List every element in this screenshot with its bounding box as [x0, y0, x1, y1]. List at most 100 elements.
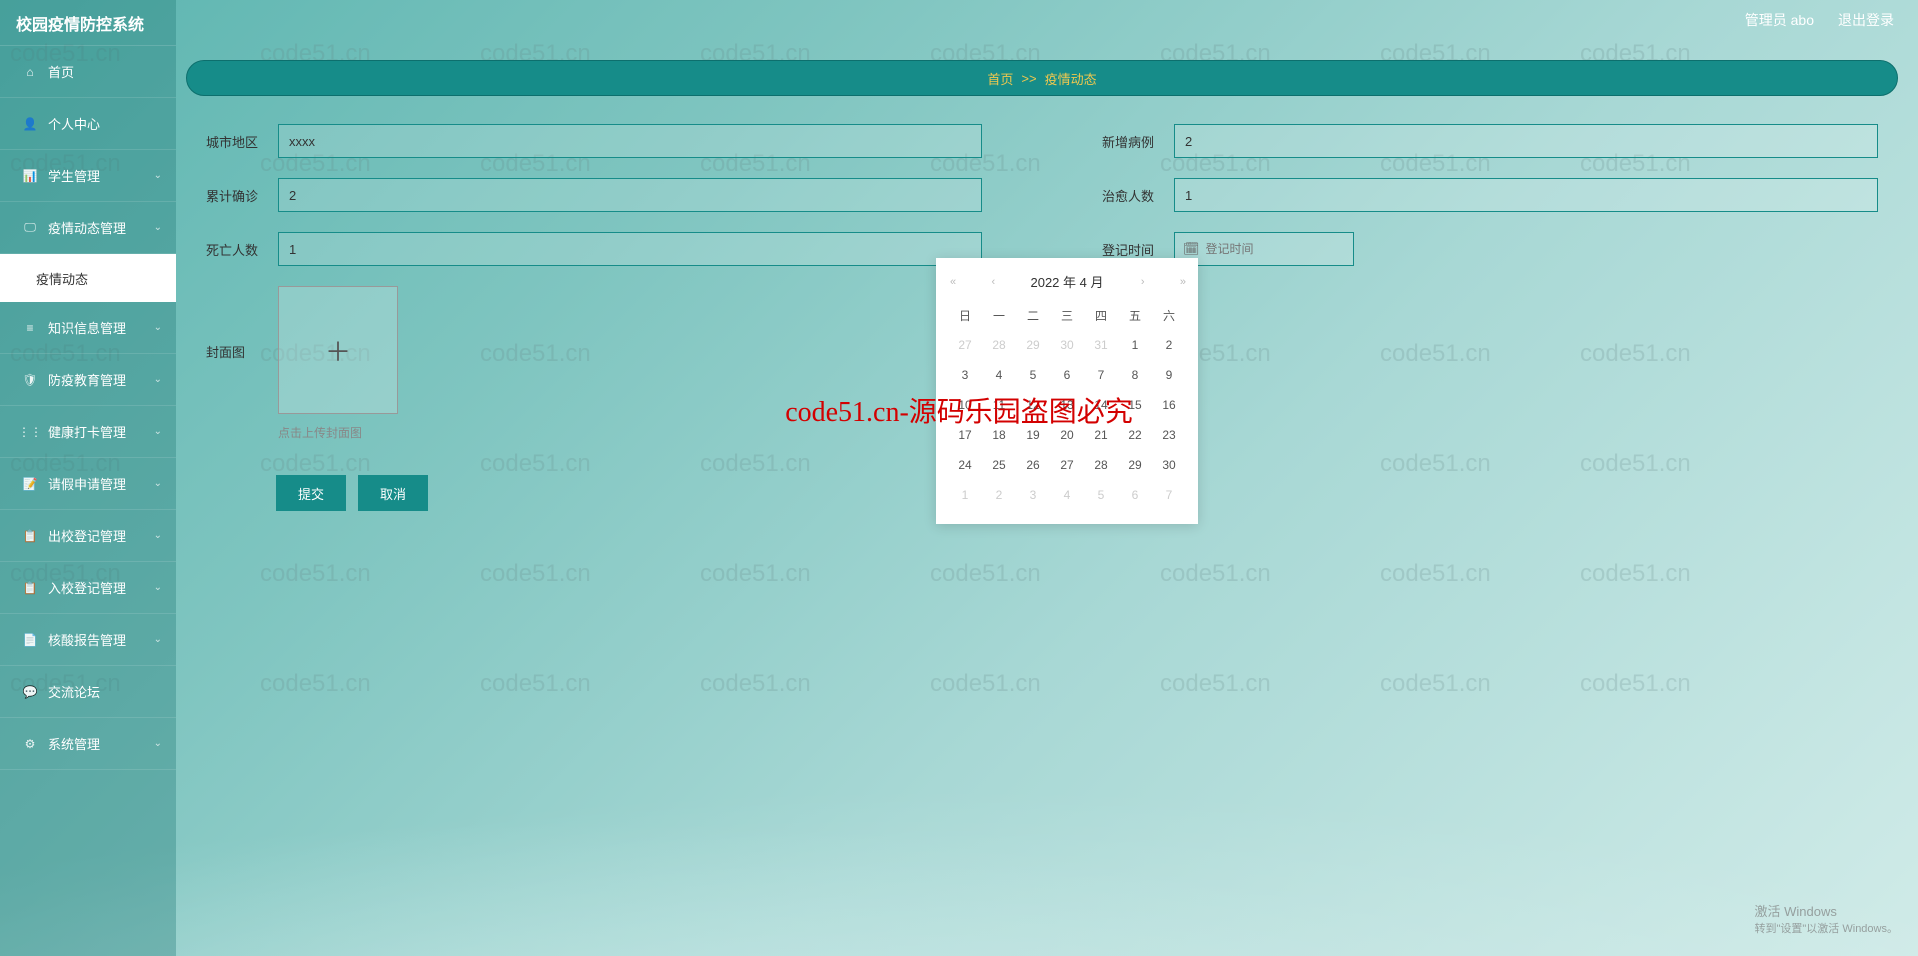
dp-day[interactable]: 1	[1118, 330, 1152, 360]
sidebar-item-0[interactable]: ⌂首页	[0, 46, 176, 98]
dp-day[interactable]: 28	[982, 330, 1016, 360]
cured-input[interactable]	[1174, 178, 1878, 212]
log-icon: 📋	[22, 580, 38, 596]
dp-day[interactable]: 20	[1050, 420, 1084, 450]
dp-day[interactable]: 2	[982, 480, 1016, 510]
sidebar-item-1[interactable]: 👤个人中心	[0, 98, 176, 150]
report-icon: 📄	[22, 632, 38, 648]
dp-weekday: 四	[1084, 301, 1118, 330]
plus-icon: ＋	[325, 332, 351, 369]
home-icon: ⌂	[22, 64, 38, 80]
log-icon: 📋	[22, 528, 38, 544]
dp-day[interactable]: 30	[1050, 330, 1084, 360]
dp-day[interactable]: 17	[948, 420, 982, 450]
dp-prev-month[interactable]: ‹	[991, 276, 993, 288]
regtime-label: 登记时间	[1102, 232, 1174, 259]
dp-day[interactable]: 4	[1050, 480, 1084, 510]
dp-day[interactable]: 3	[948, 360, 982, 390]
submit-button[interactable]: 提交	[276, 475, 346, 511]
dp-day[interactable]: 26	[1016, 450, 1050, 480]
cover-upload[interactable]: ＋	[278, 286, 398, 414]
dp-next-year[interactable]: »	[1180, 276, 1184, 288]
dp-day[interactable]: 29	[1016, 330, 1050, 360]
dp-day[interactable]: 11	[982, 390, 1016, 420]
cancel-button[interactable]: 取消	[358, 475, 428, 511]
sidebar-item-label: 交流论坛	[48, 682, 100, 701]
sidebar-item-8[interactable]: 📋出校登记管理⌄	[0, 510, 176, 562]
dp-day[interactable]: 6	[1118, 480, 1152, 510]
dp-day[interactable]: 18	[982, 420, 1016, 450]
sidebar-item-6[interactable]: ⋮⋮健康打卡管理⌄	[0, 406, 176, 458]
sidebar-item-12[interactable]: ⚙系统管理⌄	[0, 718, 176, 770]
dp-day[interactable]: 9	[1152, 360, 1186, 390]
dp-day[interactable]: 14	[1084, 390, 1118, 420]
dp-day[interactable]: 29	[1118, 450, 1152, 480]
sidebar-subitem-active[interactable]: 疫情动态	[0, 254, 176, 302]
calendar-icon: 🗓	[1183, 241, 1200, 257]
dp-day[interactable]: 3	[1016, 480, 1050, 510]
dp-day[interactable]: 4	[982, 360, 1016, 390]
dp-day[interactable]: 30	[1152, 450, 1186, 480]
total-label: 累计确诊	[206, 178, 278, 205]
sidebar-item-label: 请假申请管理	[48, 474, 126, 493]
datepicker-popup: « ‹ 2022 年 4 月 › » 日一二三四五六27282930311234…	[936, 258, 1198, 524]
dp-day[interactable]: 13	[1050, 390, 1084, 420]
dp-day[interactable]: 27	[1050, 450, 1084, 480]
chevron-down-icon: ⌄	[154, 322, 162, 333]
dp-day[interactable]: 10	[948, 390, 982, 420]
sidebar-item-5[interactable]: 🛡防疫教育管理⌄	[0, 354, 176, 406]
dp-day[interactable]: 27	[948, 330, 982, 360]
regtime-input-wrap[interactable]: 🗓	[1174, 232, 1354, 266]
dp-prev-year[interactable]: «	[950, 276, 954, 288]
watermark-small: code51.cn	[480, 670, 591, 698]
sidebar-item-7[interactable]: 📝请假申请管理⌄	[0, 458, 176, 510]
dp-day[interactable]: 5	[1084, 480, 1118, 510]
dp-day[interactable]: 31	[1084, 330, 1118, 360]
death-input[interactable]	[278, 232, 982, 266]
breadcrumb-home[interactable]: 首页	[987, 69, 1013, 88]
sidebar-item-11[interactable]: 💬交流论坛	[0, 666, 176, 718]
sidebar-item-3[interactable]: 🖵疫情动态管理⌄	[0, 202, 176, 254]
cover-label: 封面图	[206, 286, 278, 361]
dp-day[interactable]: 5	[1016, 360, 1050, 390]
sidebar-item-2[interactable]: 📊学生管理⌄	[0, 150, 176, 202]
dp-day[interactable]: 19	[1016, 420, 1050, 450]
dp-day[interactable]: 15	[1118, 390, 1152, 420]
dp-weekday: 二	[1016, 301, 1050, 330]
sidebar-item-label: 系统管理	[48, 734, 100, 753]
chevron-down-icon: ⌄	[154, 582, 162, 593]
dp-day[interactable]: 2	[1152, 330, 1186, 360]
dp-weekday: 一	[982, 301, 1016, 330]
dp-day[interactable]: 12	[1016, 390, 1050, 420]
sidebar-item-label: 疫情动态管理	[48, 218, 126, 237]
total-input[interactable]	[278, 178, 982, 212]
logout-link[interactable]: 退出登录	[1838, 10, 1894, 30]
sidebar-item-10[interactable]: 📄核酸报告管理⌄	[0, 614, 176, 666]
regtime-input[interactable]	[1206, 242, 1361, 256]
dp-day[interactable]: 7	[1152, 480, 1186, 510]
dp-day[interactable]: 1	[948, 480, 982, 510]
dp-day[interactable]: 6	[1050, 360, 1084, 390]
dp-day[interactable]: 8	[1118, 360, 1152, 390]
user-label[interactable]: 管理员 abo	[1745, 10, 1814, 30]
dp-day[interactable]: 24	[948, 450, 982, 480]
dots-icon: ⋮⋮	[22, 424, 38, 440]
dp-day[interactable]: 22	[1118, 420, 1152, 450]
dp-day[interactable]: 21	[1084, 420, 1118, 450]
sidebar-item-label: 防疫教育管理	[48, 370, 126, 389]
dp-next-month[interactable]: ›	[1141, 276, 1143, 288]
dp-day[interactable]: 16	[1152, 390, 1186, 420]
dp-day[interactable]: 7	[1084, 360, 1118, 390]
sidebar-item-4[interactable]: ≡知识信息管理⌄	[0, 302, 176, 354]
breadcrumb-current: 疫情动态	[1045, 69, 1097, 88]
watermark-small: code51.cn	[1160, 670, 1271, 698]
sidebar-item-label: 核酸报告管理	[48, 630, 126, 649]
sidebar-item-label: 知识信息管理	[48, 318, 126, 337]
dp-day[interactable]: 23	[1152, 420, 1186, 450]
newcase-input[interactable]	[1174, 124, 1878, 158]
city-label: 城市地区	[206, 124, 278, 151]
sidebar-item-9[interactable]: 📋入校登记管理⌄	[0, 562, 176, 614]
dp-day[interactable]: 25	[982, 450, 1016, 480]
dp-day[interactable]: 28	[1084, 450, 1118, 480]
city-input[interactable]	[278, 124, 982, 158]
